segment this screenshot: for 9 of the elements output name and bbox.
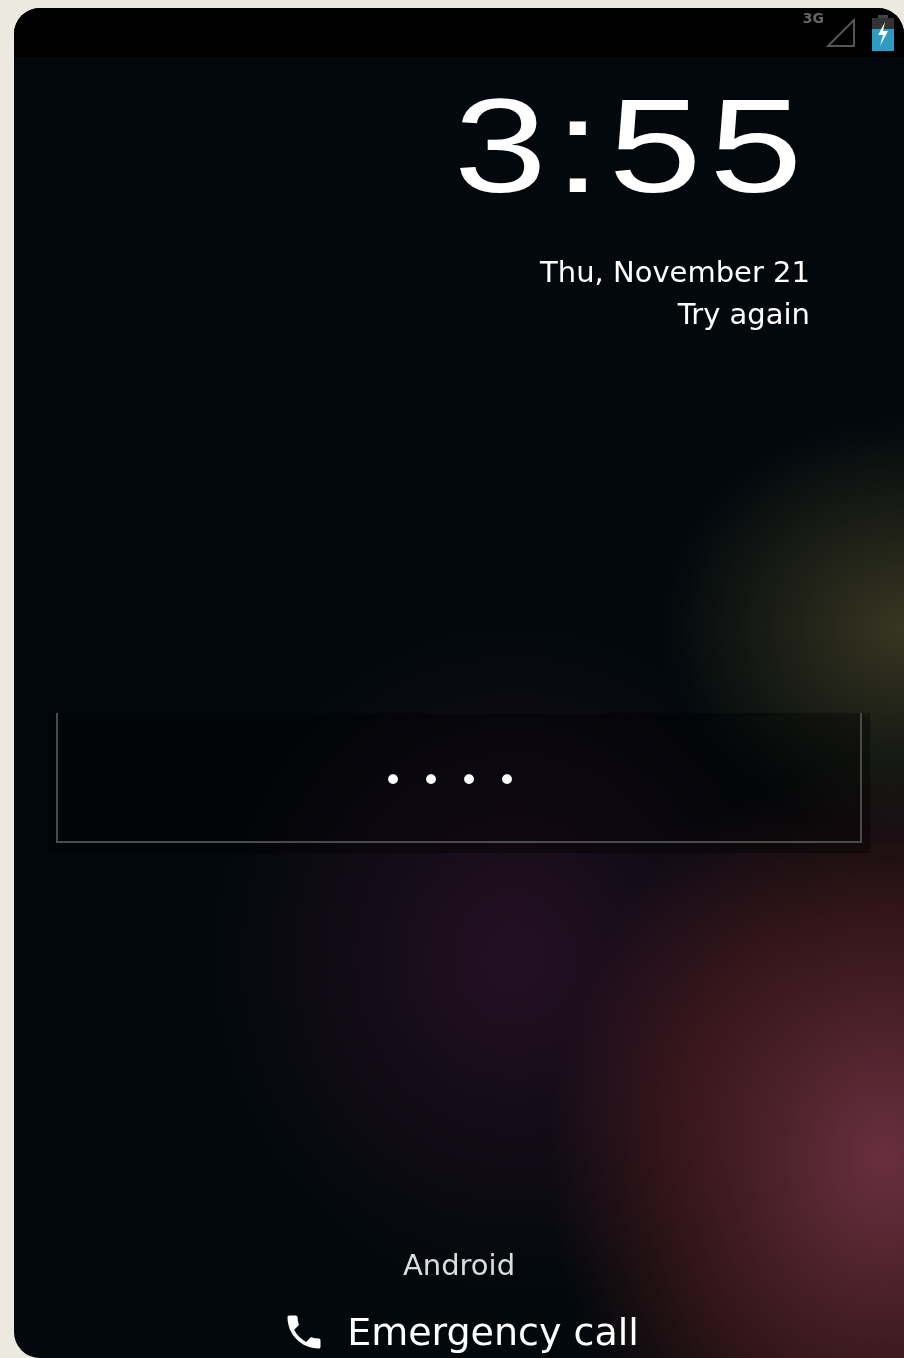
status-message: Try again bbox=[677, 297, 810, 331]
emergency-call-button[interactable]: Emergency call bbox=[279, 1310, 639, 1354]
clock-date: Thu, November 21 bbox=[540, 255, 810, 289]
clock-time: 3:55 bbox=[454, 79, 810, 213]
network-type: 3G bbox=[802, 10, 824, 26]
pin-field[interactable]: •••• bbox=[56, 713, 862, 843]
battery-charging-icon bbox=[872, 14, 894, 51]
signal-icon bbox=[826, 17, 856, 48]
carrier-label: Android bbox=[402, 1248, 516, 1282]
